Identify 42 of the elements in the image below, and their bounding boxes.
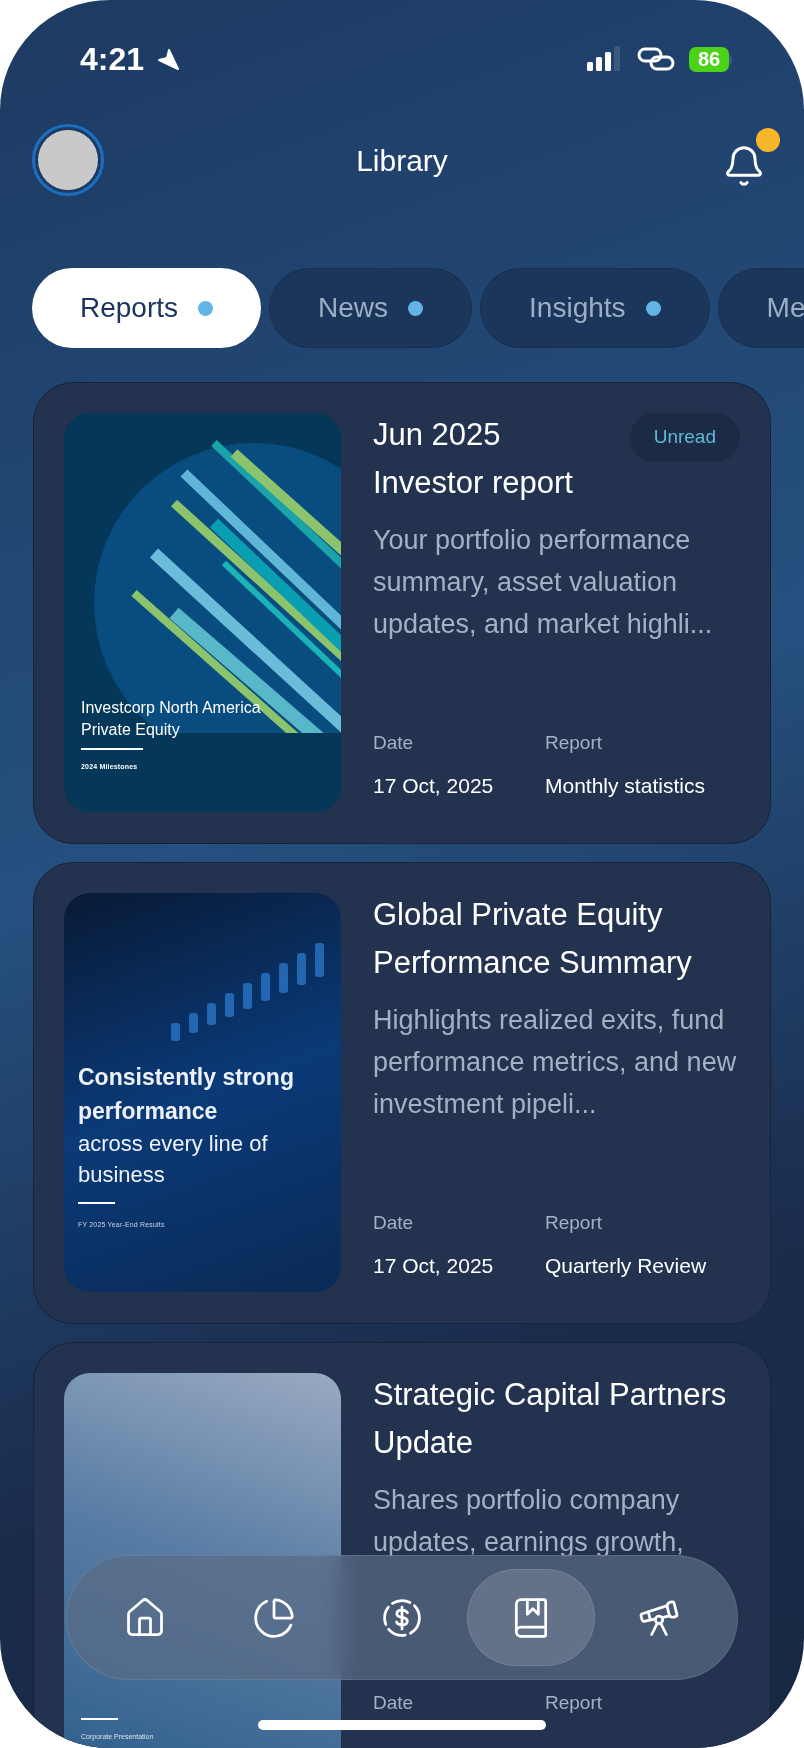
chart-bar — [243, 983, 252, 1009]
cover-headline: Consistently strong performance — [78, 1062, 295, 1126]
report-title: Strategic Capital Partners Update — [373, 1376, 728, 1462]
report-description: Your portfolio performance summary, asset valuation updates, and market highli... — [373, 524, 714, 641]
cover-tagline: across every line of business — [78, 1129, 269, 1189]
report-description: Highlights realized exits, fund performance metrics, and new investment pipeli... — [373, 1004, 738, 1121]
filter-tab[interactable]: Reports — [32, 268, 262, 348]
link-icon — [637, 46, 675, 72]
filter-tab[interactable]: Me — [717, 268, 804, 348]
date-label: Date — [373, 731, 415, 755]
battery-indicator: 86 — [689, 46, 729, 72]
chart-bar — [261, 973, 270, 1001]
status-time: 4:21 — [80, 40, 145, 79]
report-label: Report — [545, 731, 604, 755]
date-value: 17 Oct, 2025 — [373, 772, 495, 799]
filter-tab[interactable]: Insights — [480, 268, 710, 348]
signal-icon — [587, 46, 623, 72]
report-label: Report — [545, 1211, 604, 1235]
cover-title: Investcorp North America Private Equity — [81, 698, 262, 740]
chart-bar — [171, 1023, 180, 1041]
date-label: Date — [373, 1691, 415, 1715]
chart-bar — [207, 1003, 216, 1025]
location-arrow-icon — [156, 47, 181, 71]
date-value: 17 Oct, 2025 — [373, 1252, 495, 1279]
filter-tab[interactable]: News — [269, 268, 473, 348]
chart-bar — [225, 993, 234, 1017]
pie-chart-icon — [251, 1595, 296, 1640]
report-title: Jun 2025 Investor report — [373, 416, 574, 502]
page-title: Library — [356, 142, 448, 179]
report-title: Global Private Equity Performance Summary — [373, 896, 693, 982]
report-description: Shares portfolio company updates, earnings growth, — [373, 1484, 685, 1559]
report-card[interactable] — [33, 382, 771, 844]
chart-bar — [315, 943, 324, 977]
date-label: Date — [373, 1211, 415, 1235]
report-label: Report — [545, 1691, 603, 1715]
report-type: Monthly statistics — [545, 772, 705, 799]
report-card[interactable] — [33, 862, 771, 1324]
chart-bar — [189, 1013, 198, 1033]
chart-bar — [279, 963, 288, 993]
chart-bar — [297, 953, 306, 985]
unread-badge: Unread — [629, 413, 740, 462]
report-type: Quarterly Review — [545, 1252, 707, 1279]
